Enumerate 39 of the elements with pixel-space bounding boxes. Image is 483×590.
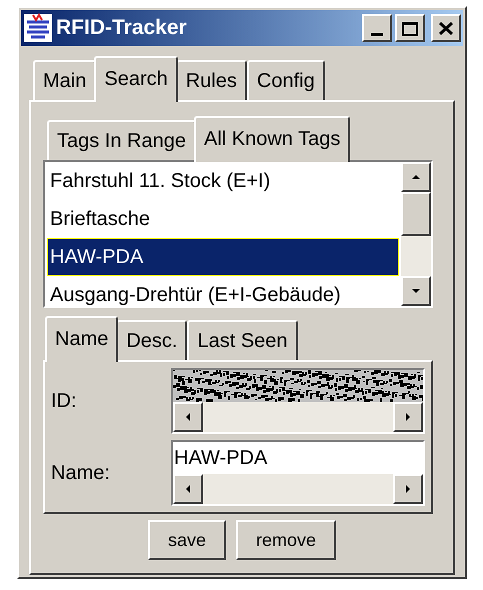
- tab[interactable]: Main: [33, 60, 96, 100]
- scroll-thumb[interactable]: [401, 192, 431, 236]
- right-arrow-icon: [403, 484, 413, 494]
- scrollbar[interactable]: [401, 162, 431, 306]
- close-button[interactable]: [431, 14, 461, 42]
- scroll-arrow-button[interactable]: [173, 402, 203, 432]
- list-item[interactable]: Brieftasche: [47, 200, 399, 238]
- close-icon: [439, 22, 453, 34]
- minimize-icon: [371, 33, 383, 36]
- scroll-arrow-button[interactable]: [401, 276, 431, 306]
- list-item[interactable]: Fahrstuhl 11. Stock (E+I): [47, 162, 399, 200]
- tab[interactable]: Desc.: [116, 320, 188, 360]
- minimize-button[interactable]: [362, 14, 392, 42]
- window-title: RFID-Tracker: [56, 15, 188, 42]
- scroll-arrow-button[interactable]: [401, 162, 431, 192]
- scroll-arrow-button[interactable]: [173, 474, 203, 504]
- action-button[interactable]: remove: [236, 520, 336, 560]
- action-button[interactable]: save: [148, 520, 226, 560]
- app-icon: [23, 13, 53, 43]
- up-arrow-icon: [411, 172, 421, 182]
- tab[interactable]: All Known Tags: [194, 116, 350, 162]
- scroll-arrow-button[interactable]: [393, 474, 423, 504]
- tab[interactable]: Search: [94, 56, 178, 102]
- list-item[interactable]: Ausgang-Drehtür (E+I-Gebäude): [47, 276, 399, 306]
- scroll-arrow-button[interactable]: [393, 402, 423, 432]
- field-label: Name:: [51, 461, 111, 486]
- id-field[interactable]: [171, 368, 425, 434]
- tab[interactable]: Config: [246, 60, 325, 100]
- tab[interactable]: Last Seen: [187, 320, 298, 360]
- maximize-icon: [402, 20, 418, 36]
- tab[interactable]: Name: [45, 316, 118, 362]
- right-arrow-icon: [403, 412, 413, 422]
- tab[interactable]: Rules: [176, 60, 247, 100]
- maximize-button[interactable]: [395, 14, 425, 42]
- name-field[interactable]: HAW-PDA: [171, 440, 425, 506]
- list-item[interactable]: HAW-PDA: [47, 238, 399, 276]
- field-label: ID:: [51, 389, 78, 414]
- down-arrow-icon: [411, 286, 421, 296]
- tab[interactable]: Tags In Range: [47, 120, 196, 160]
